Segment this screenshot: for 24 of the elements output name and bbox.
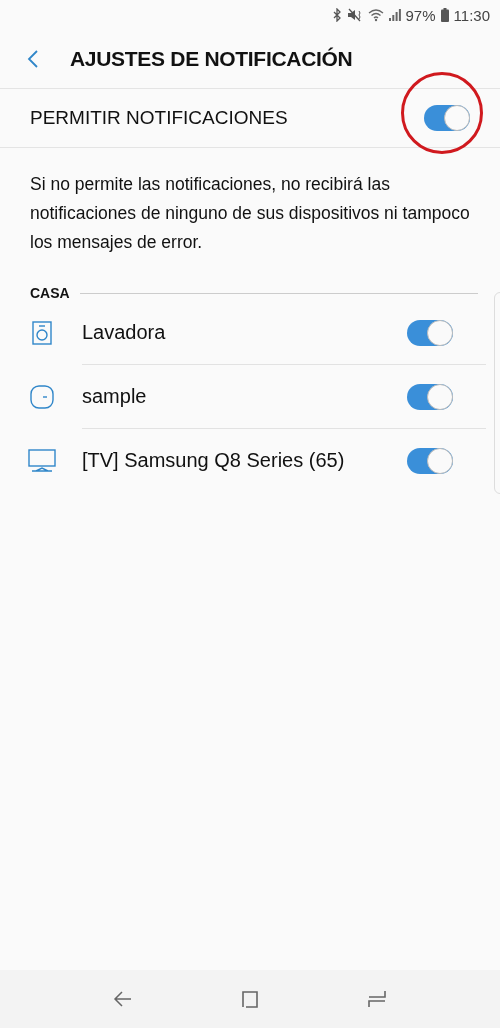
- description-text: Si no permite las notificaciones, no recibirá las notificaciones de ninguno de sus dispositivos ni tampoco los mensajes de error.: [29, 173, 471, 254]
- tv-icon: [28, 448, 56, 473]
- bluetooth-icon: [331, 8, 342, 22]
- toggle-switch[interactable]: [407, 319, 453, 346]
- signal-icon: [388, 8, 401, 22]
- washing-machine-icon: [32, 321, 52, 345]
- recent-apps-icon[interactable]: [366, 989, 387, 1009]
- toggle-switch[interactable]: [407, 447, 453, 474]
- setting-label: PERMITIR NOTIFICACIONES: [30, 107, 288, 129]
- clock: 11:30: [453, 6, 490, 24]
- screen-title: AJUSTES DE NOTIFICACIÓN: [70, 47, 353, 71]
- back-icon[interactable]: [26, 49, 40, 69]
- battery-percentage: 97%: [405, 6, 436, 24]
- section-title: CASA: [30, 285, 70, 301]
- mute-icon: [346, 8, 363, 22]
- battery-icon: [440, 8, 449, 22]
- device-name: sample: [82, 385, 147, 408]
- wifi-icon: [367, 8, 384, 22]
- toggle-switch[interactable]: [407, 383, 453, 410]
- device-name: Lavadora: [82, 321, 166, 344]
- device-name: [TV] Samsung Q8 Series (65): [82, 449, 345, 472]
- back-icon[interactable]: [113, 989, 134, 1009]
- sensor-icon: [30, 385, 54, 409]
- toggle-switch[interactable]: [424, 105, 470, 131]
